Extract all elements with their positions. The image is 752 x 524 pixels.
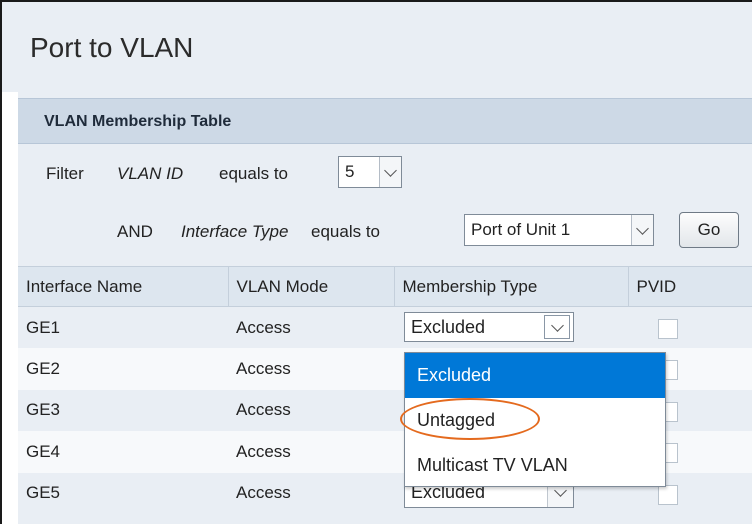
chevron-down-icon	[631, 215, 653, 245]
vlan-mode-cell: Access	[228, 472, 394, 514]
column-header-interface-name[interactable]: Interface Name	[18, 266, 229, 307]
interface-name-cell: GE4	[18, 431, 228, 473]
vlan-mode-cell: Access	[228, 348, 394, 390]
pvid-cell	[628, 306, 752, 348]
membership-type-value: Excluded	[411, 316, 486, 337]
vlan-id-select[interactable]: 5	[338, 156, 402, 188]
panel-title: VLAN Membership Table	[44, 113, 232, 130]
column-header-pvid[interactable]: PVID	[628, 266, 752, 307]
vlan-mode-cell: Access	[228, 306, 394, 348]
interface-type-equals-label: equals to	[311, 222, 380, 241]
go-button[interactable]: Go	[679, 212, 739, 248]
interface-name-cell: GE2	[18, 348, 228, 390]
interface-name-cell: GE1	[18, 306, 228, 348]
dropdown-option-multicast-tv-vlan[interactable]: Multicast TV VLAN	[405, 443, 665, 488]
pvid-checkbox[interactable]	[658, 319, 678, 339]
membership-type-select-open[interactable]: Excluded	[404, 312, 574, 342]
window-frame: Port to VLAN VLAN Membership Table Filte…	[0, 0, 752, 524]
interface-type-select[interactable]: Port of Unit 1	[464, 214, 654, 246]
chevron-down-icon	[544, 315, 570, 339]
chevron-down-icon	[379, 157, 401, 187]
column-header-vlan-mode[interactable]: VLAN Mode	[228, 266, 395, 307]
interface-name-cell: GE3	[18, 389, 228, 431]
panel-header: VLAN Membership Table	[18, 98, 752, 144]
vlan-id-value: 5	[345, 162, 355, 181]
vlan-id-label: VLAN ID	[117, 164, 184, 183]
table-header-row: Interface Name VLAN Mode Membership Type…	[18, 266, 752, 307]
dropdown-option-excluded[interactable]: Excluded	[405, 353, 665, 398]
annotation-highlight-oval	[400, 398, 540, 440]
page-title: Port to VLAN	[30, 32, 194, 63]
filter-label: Filter	[46, 164, 84, 183]
vlan-id-equals-label: equals to	[219, 164, 288, 183]
table-row: GE1 Access Excluded	[18, 306, 752, 348]
interface-type-value: Port of Unit 1	[471, 220, 571, 239]
interface-type-label: Interface Type	[181, 222, 289, 241]
column-header-membership-type[interactable]: Membership Type	[394, 266, 629, 307]
membership-type-cell: Excluded	[394, 306, 628, 348]
and-label: AND	[117, 222, 153, 241]
vlan-mode-cell: Access	[228, 389, 394, 431]
vlan-mode-cell: Access	[228, 431, 394, 473]
interface-name-cell: GE5	[18, 472, 228, 514]
title-bar: Port to VLAN	[2, 2, 752, 92]
